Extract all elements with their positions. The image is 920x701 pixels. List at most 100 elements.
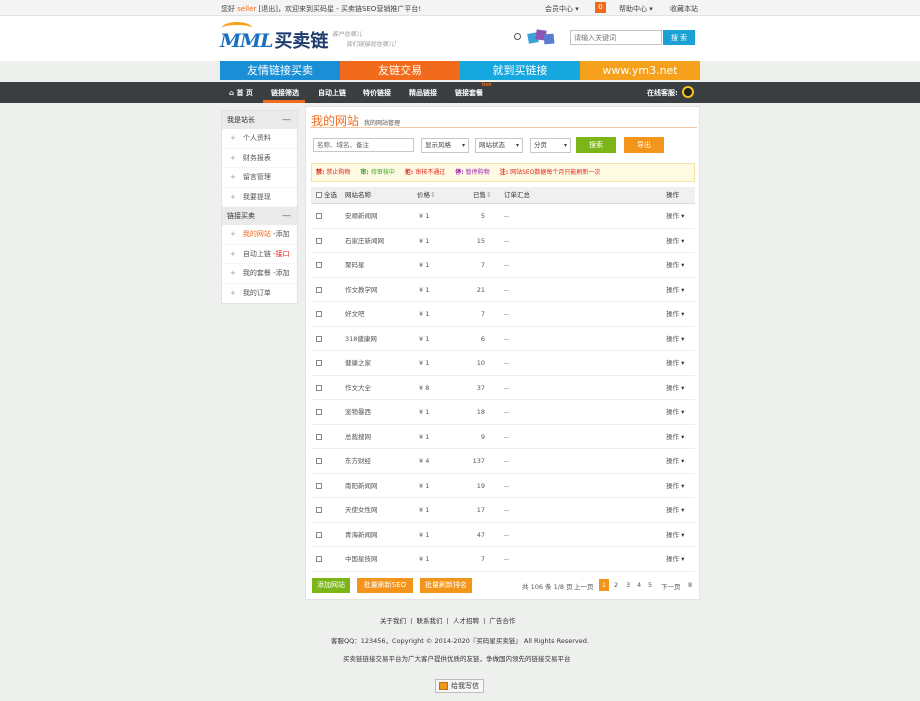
row-checkbox[interactable] [316, 360, 322, 366]
row-site-name[interactable]: 作文大全 [345, 376, 371, 401]
row-checkbox[interactable] [316, 409, 322, 415]
select-all-checkbox[interactable] [316, 192, 322, 198]
row-checkbox[interactable] [316, 531, 322, 538]
row-action-menu[interactable]: 操作 ▾ [666, 278, 684, 303]
row-action-menu[interactable]: 操作 ▾ [666, 474, 684, 499]
row-checkbox[interactable] [316, 556, 322, 562]
row-action-menu[interactable]: 操作 ▾ [666, 376, 684, 401]
row-site-name[interactable]: 南阳新闻网 [345, 474, 378, 499]
bookmark-link[interactable]: 收藏本站 [670, 4, 698, 14]
row-action-menu[interactable]: 操作 ▾ [666, 400, 684, 425]
style-select[interactable]: 显示风格 ▾ [421, 138, 469, 153]
row-action-menu[interactable]: 操作 ▾ [666, 498, 684, 523]
row-site-name[interactable]: 好文吧 [345, 302, 365, 327]
sidebar-item-withdraw[interactable]: + 我要提现 [222, 188, 297, 207]
nav-premium-link[interactable]: 精品链接 [409, 88, 437, 98]
row-action-menu[interactable]: 操作 ▾ [666, 425, 684, 450]
row-checkbox[interactable] [316, 482, 322, 489]
row-site-name[interactable]: 中国星技网 [345, 547, 378, 572]
row-site-name[interactable]: 青海新闻网 [345, 523, 378, 548]
row-checkbox[interactable] [316, 335, 322, 342]
row-action-menu[interactable]: 操作 ▾ [666, 302, 684, 327]
sidebar-item-add-link[interactable]: -添加 [273, 230, 290, 238]
nav-link-package[interactable]: 链接套餐 [455, 88, 483, 98]
row-action-menu[interactable]: 操作 ▾ [666, 229, 684, 254]
row-checkbox[interactable] [316, 262, 322, 268]
row-site-name[interactable]: 318健康网 [345, 327, 377, 352]
row-site-name[interactable]: 天使女性网 [345, 498, 378, 523]
username-link[interactable]: seller [237, 5, 256, 13]
row-action-menu[interactable]: 操作 ▾ [666, 253, 684, 278]
sidebar-item-my-orders[interactable]: + 我的订单 [222, 284, 297, 304]
row-checkbox[interactable] [316, 458, 322, 464]
nav-link-filter[interactable]: 链接筛选 [271, 88, 299, 98]
write-message-button[interactable]: 给我写信 [435, 679, 484, 693]
sidebar-group-link-trade[interactable]: 链接买卖 — [222, 207, 297, 225]
status-select[interactable]: 网站状态 ▾ [475, 138, 523, 153]
pager-prev[interactable]: 上一页 [574, 581, 594, 591]
site-logo[interactable]: MML 买卖链 [220, 22, 328, 52]
row-site-name[interactable]: 宠物暴西 [345, 400, 371, 425]
banner-domain[interactable]: www.ym3.net [580, 61, 700, 80]
row-action-menu[interactable]: 操作 ▾ [666, 449, 684, 474]
col-price[interactable]: 价格⇕ [417, 187, 435, 204]
sidebar-item-add-link[interactable]: -添加 [273, 269, 290, 277]
collapse-icon[interactable]: — [282, 207, 291, 225]
sidebar-item-finance[interactable]: + 财务报表 [222, 149, 297, 168]
refresh-rank-button[interactable]: 批量刷新排名 [420, 578, 472, 593]
row-site-name[interactable]: 石家庄新闻网 [345, 229, 384, 254]
pager-page-2[interactable]: 2 [614, 581, 618, 589]
nav-special-link[interactable]: 特价链接 [363, 88, 391, 98]
row-site-name[interactable]: 安顺新闻网 [345, 204, 378, 229]
row-site-name[interactable]: 作文教学网 [345, 278, 378, 303]
footer-jobs-link[interactable]: 人才招聘 [453, 617, 479, 625]
sidebar-item-profile[interactable]: + 个人资料 [222, 129, 297, 149]
row-checkbox[interactable] [316, 507, 322, 513]
footer-about-link[interactable]: 关于我们 [380, 617, 406, 625]
row-action-menu[interactable]: 操作 ▾ [666, 204, 684, 229]
sidebar-item-my-packages[interactable]: + 我的套餐 -添加 [222, 264, 297, 284]
search-input[interactable] [570, 30, 662, 45]
banner-friend-link[interactable]: 友链交易 [340, 61, 460, 80]
search-button[interactable]: 搜 索 [663, 30, 695, 45]
help-center-menu[interactable]: 帮助中心 ▾ [619, 4, 653, 14]
banner-buy-link[interactable]: 就到买链接 [460, 61, 580, 80]
collapse-icon[interactable]: — [282, 111, 291, 129]
row-checkbox[interactable] [316, 433, 322, 440]
row-checkbox[interactable] [316, 286, 322, 293]
filter-search-button[interactable]: 搜索 [576, 137, 616, 153]
pager-page-4[interactable]: 4 [637, 581, 641, 589]
refresh-seo-button[interactable]: 批量刷新SEO [357, 578, 413, 593]
pager-page-3[interactable]: 3 [626, 581, 630, 589]
qq-icon[interactable] [682, 86, 694, 98]
row-site-name[interactable]: 东方财经 [345, 449, 371, 474]
member-center-menu[interactable]: 会员中心 ▾ [545, 4, 579, 14]
notification-badge[interactable]: 0 [595, 2, 606, 13]
sidebar-item-api-link[interactable]: -接口 [273, 250, 290, 258]
row-site-name[interactable]: 健康之家 [345, 351, 371, 376]
sidebar-item-my-sites[interactable]: + 我的网站 -添加 [222, 225, 297, 245]
row-action-menu[interactable]: 操作 ▾ [666, 547, 684, 572]
pager-next[interactable]: 下一页 [661, 581, 681, 591]
pager-last[interactable]: 8 [688, 581, 692, 589]
sidebar-group-webmaster[interactable]: 我是站长 — [222, 111, 297, 129]
row-site-name[interactable]: 聚码星 [345, 253, 365, 278]
row-checkbox[interactable] [316, 311, 322, 317]
row-action-menu[interactable]: 操作 ▾ [666, 351, 684, 376]
row-checkbox[interactable] [316, 384, 322, 391]
pager-page-1[interactable]: 1 [599, 579, 609, 591]
banner-link-trade[interactable]: 友情链接买卖 [220, 61, 340, 80]
page-size-select[interactable]: 分页 ▾ [530, 138, 571, 153]
row-checkbox[interactable] [316, 237, 322, 244]
pager-page-5[interactable]: 5 [648, 581, 652, 589]
export-button[interactable]: 导出 [624, 137, 664, 153]
add-site-button[interactable]: 添加网站 [312, 578, 350, 593]
nav-auto-link[interactable]: 自动上链 [318, 88, 346, 98]
filter-input[interactable]: 名称、域名、备注 [313, 138, 414, 152]
logout-link[interactable]: [退出] [259, 5, 278, 13]
col-sold[interactable]: 已售⇕ [473, 187, 491, 204]
row-site-name[interactable]: 总裁搜网 [345, 425, 371, 450]
sidebar-item-messages[interactable]: + 留言管理 [222, 168, 297, 188]
nav-home[interactable]: ⌂ 首 页 [229, 88, 253, 98]
footer-ads-link[interactable]: 广告合作 [489, 617, 515, 625]
